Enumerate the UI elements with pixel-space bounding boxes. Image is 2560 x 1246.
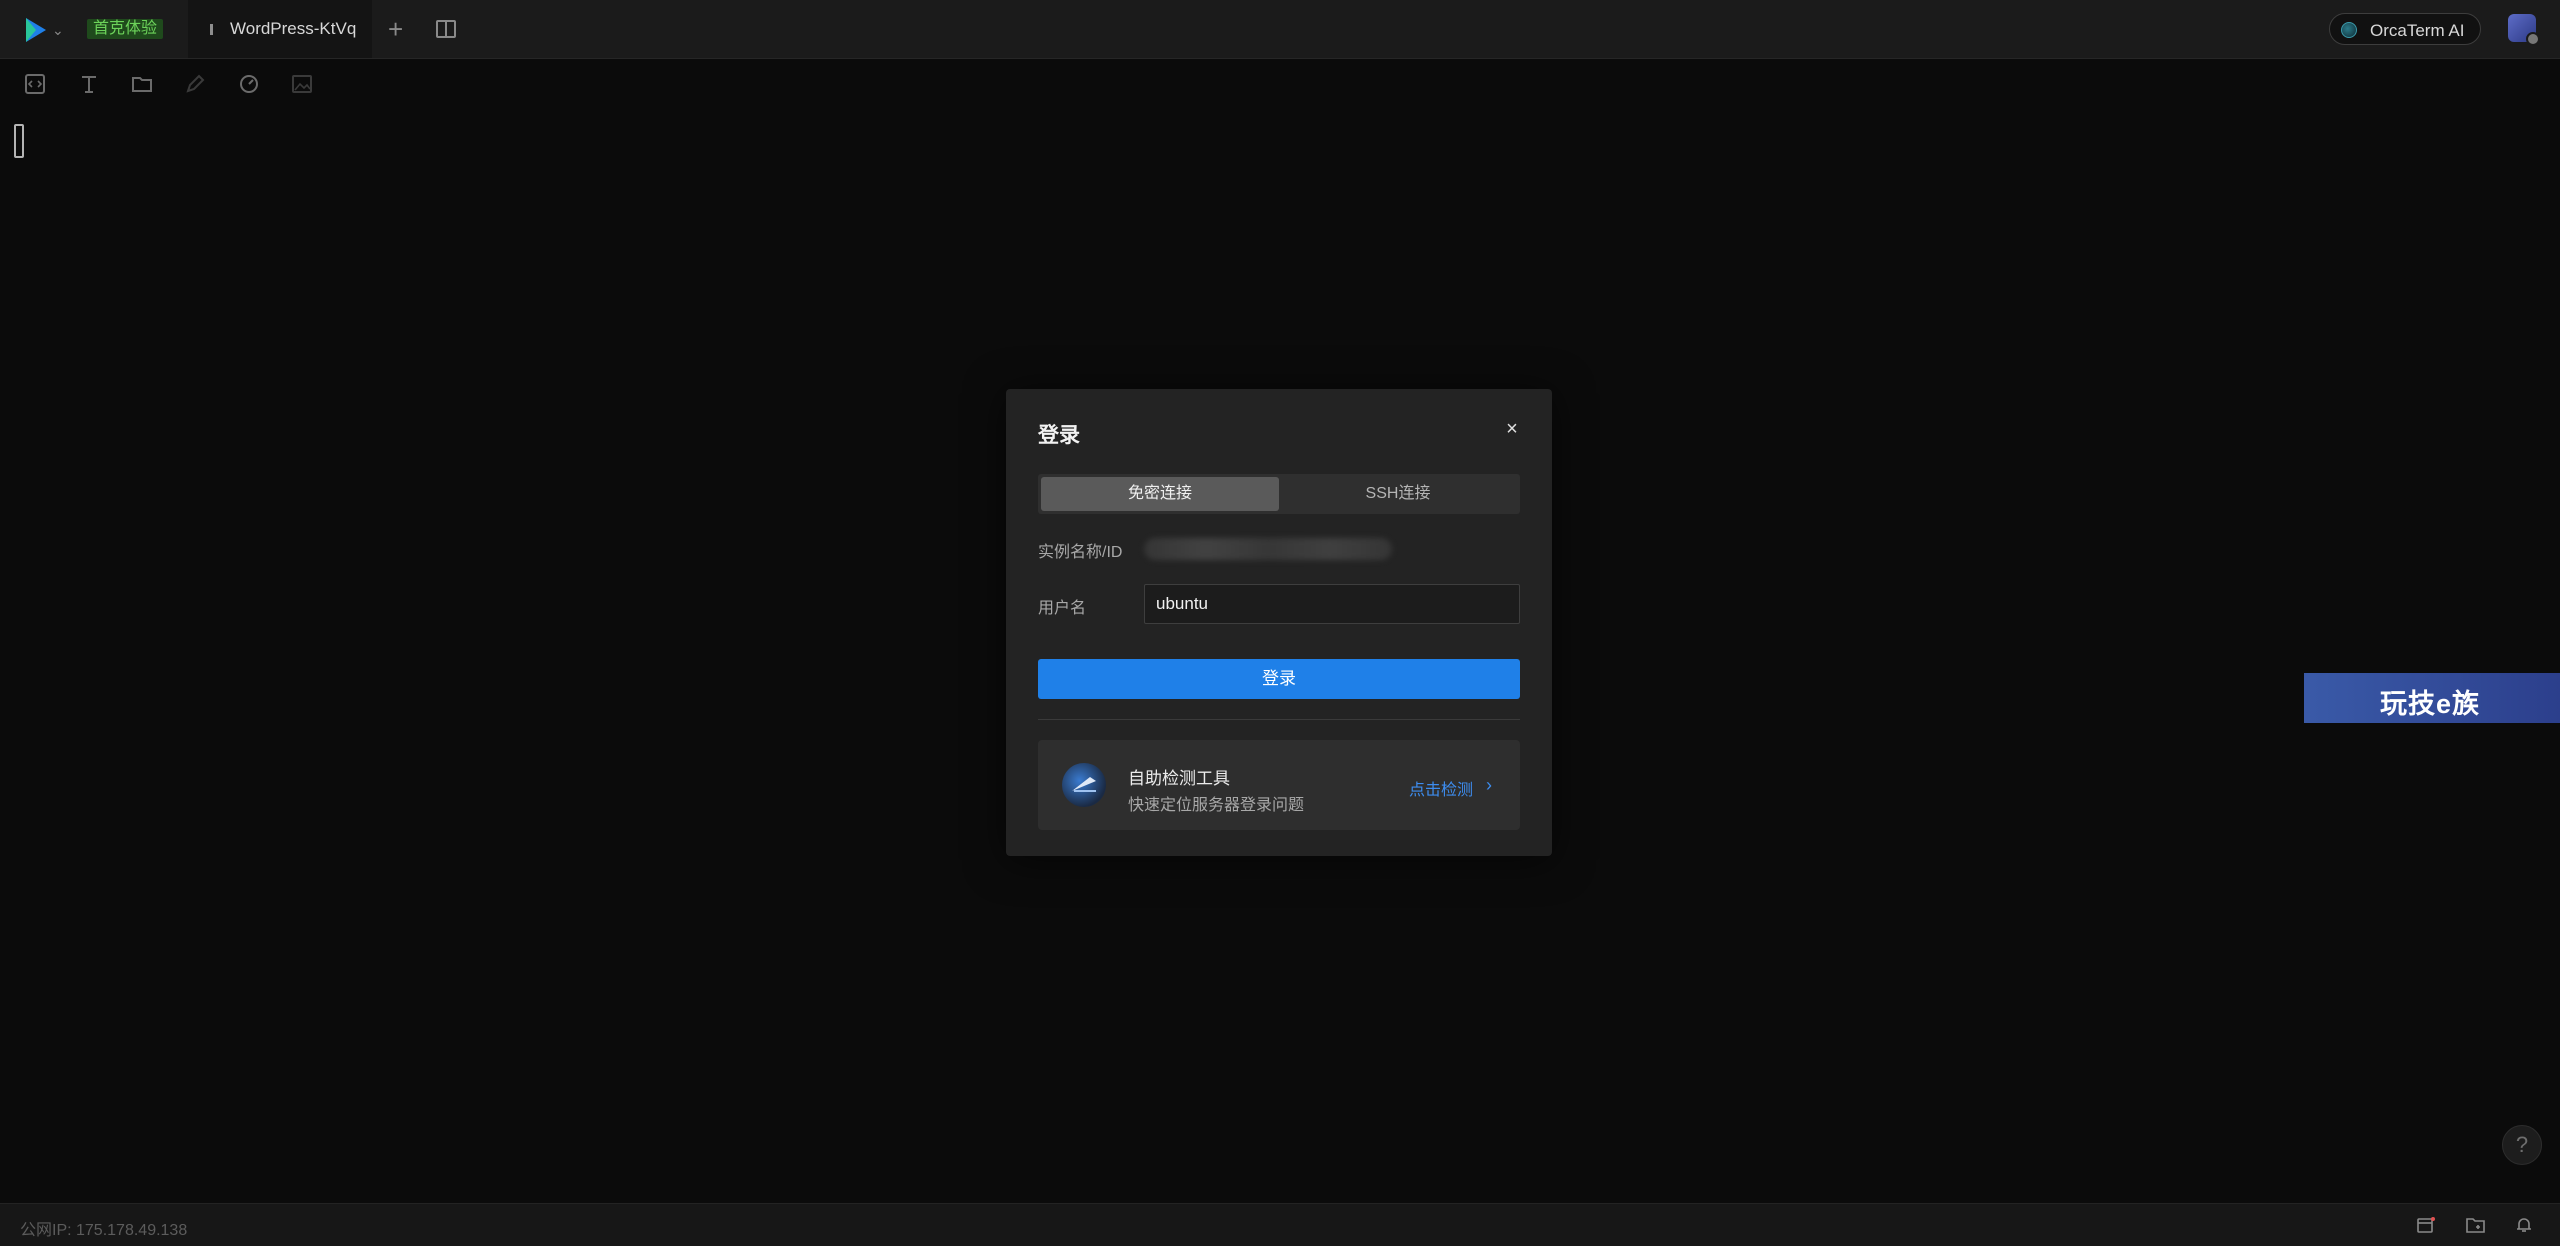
chevron-down-icon[interactable]: ⌄	[52, 22, 64, 39]
status-bar: 公网IP: 175.178.49.138	[0, 1203, 2560, 1246]
close-icon[interactable]: ×	[1502, 419, 1522, 439]
self-check-tool-card: 自助检测工具 快速定位服务器登录问题 点击检测 ›	[1038, 740, 1520, 830]
add-tab-button[interactable]: +	[388, 16, 403, 42]
app-logo-icon[interactable]	[20, 15, 50, 45]
ai-orb-icon	[2341, 22, 2357, 38]
connection-type-switch: 免密连接 SSH连接	[1038, 474, 1520, 514]
tab-passwordless[interactable]: 免密连接	[1041, 477, 1279, 511]
username-label: 用户名	[1038, 600, 1087, 617]
trial-badge: 首克体验	[87, 19, 164, 39]
login-dialog: 登录 × 免密连接 SSH连接 实例名称/ID 用户名 登录 自助检测工具 快速…	[1006, 389, 1552, 856]
top-bar: ⌄ 首克体验 WordPress-KtVq + OrcaTerm AI	[0, 0, 2560, 59]
calendar-icon[interactable]	[2416, 1216, 2436, 1234]
ai-button-label: OrcaTerm AI	[2370, 21, 2465, 40]
code-snippet-icon[interactable]	[24, 73, 46, 95]
divider	[1038, 719, 1520, 720]
diagnostic-tool-icon	[1062, 763, 1106, 807]
bell-icon[interactable]	[2514, 1216, 2534, 1234]
tool-description: 快速定位服务器登录问题	[1128, 797, 1305, 814]
public-ip: 公网IP: 175.178.49.138	[20, 1222, 188, 1239]
monitor-gauge-icon[interactable]	[238, 73, 260, 95]
font-icon[interactable]	[78, 73, 100, 95]
dialog-title: 登录	[1038, 424, 1080, 447]
watermark-logo: 玩技e族	[2304, 673, 2560, 723]
edit-icon	[186, 74, 205, 93]
orcaterm-ai-button[interactable]: OrcaTerm AI	[2329, 13, 2481, 45]
tool-title: 自助检测工具	[1128, 769, 1230, 788]
tab-drag-icon	[210, 24, 213, 35]
tab-wordpress[interactable]: WordPress-KtVq	[188, 0, 372, 58]
instance-id-redacted	[1144, 538, 1392, 560]
terminal-cursor	[14, 124, 24, 158]
watermark-text: 玩技e族	[2380, 689, 2481, 719]
start-check-link[interactable]: 点击检测	[1409, 776, 1473, 800]
tab-label: WordPress-KtVq	[230, 19, 357, 38]
username-input[interactable]	[1144, 584, 1520, 624]
user-avatar[interactable]	[2508, 14, 2540, 46]
chevron-right-icon[interactable]: ›	[1486, 775, 1492, 796]
tab-ssh[interactable]: SSH连接	[1279, 477, 1517, 511]
split-view-icon[interactable]	[436, 20, 456, 38]
folder-sync-icon[interactable]	[2466, 1216, 2486, 1234]
instance-label: 实例名称/ID	[1038, 544, 1123, 561]
login-button[interactable]: 登录	[1038, 659, 1520, 699]
image-icon	[292, 75, 312, 93]
folder-icon[interactable]	[131, 73, 153, 95]
help-button[interactable]: ?	[2502, 1125, 2542, 1165]
